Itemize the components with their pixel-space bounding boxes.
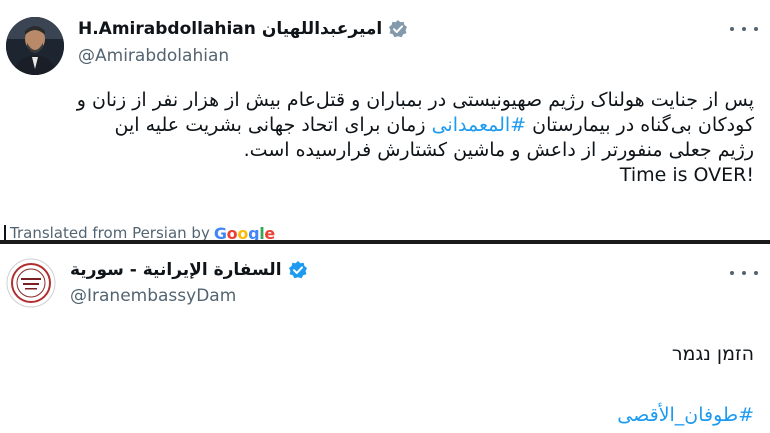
tweet-text-line-2b: زمان برای اتحاد جهانی بشریت علیه این: [114, 114, 426, 136]
more-options-icon[interactable]: [730, 22, 758, 36]
more-options-icon[interactable]: [730, 266, 758, 280]
tweet-text-english-line: Time is OVER!: [14, 163, 754, 188]
profile-photo-icon: [6, 17, 64, 75]
verified-gray-badge-icon: [388, 19, 408, 39]
verified-blue-badge-icon: [288, 260, 308, 280]
english-line: Time is OVER!: [619, 164, 754, 186]
avatar[interactable]: [6, 17, 64, 75]
tweet-text-line-2: کودکان بی‌گناه در بیمارستان #المعمدانی ز…: [14, 113, 754, 138]
embassy-seal-icon: [6, 258, 56, 308]
tweet-card-iranembassy[interactable]: السفارة الإيرانية - سورية @IranembassyDa…: [0, 244, 770, 433]
display-name[interactable]: السفارة الإيرانية - سورية: [70, 260, 282, 280]
tweet-text-line-1: پس از جنایت هولناک رژیم صهیونیستی در بمب…: [76, 89, 754, 111]
hashtag-link[interactable]: #طوفان_الأقصى: [617, 404, 754, 426]
hashtag-link[interactable]: #المعمدانی: [432, 114, 527, 136]
tweet-text: הזמן נגמר: [671, 343, 754, 365]
author-name-row[interactable]: H.Amirabdollahian امیرعبداللهیان: [78, 17, 408, 41]
tweet-card-amirabdollahian[interactable]: H.Amirabdollahian امیرعبداللهیان @Amirab…: [0, 0, 770, 243]
avatar[interactable]: [6, 258, 56, 308]
tweet-text: پس از جنایت هولناک رژیم صهیونیستی در بمب…: [14, 88, 754, 188]
text-cursor: [4, 225, 6, 241]
tweet-text-line-2a: کودکان بی‌گناه در بیمارستان: [526, 114, 754, 136]
tweet-text-line-3: رژیم جعلی منفورتر از داعش و ماشین کشتارش…: [243, 139, 754, 161]
display-name[interactable]: H.Amirabdollahian امیرعبداللهیان: [78, 19, 382, 39]
handle[interactable]: @IranembassyDam: [70, 286, 236, 306]
handle[interactable]: @Amirabdolahian: [78, 46, 229, 66]
author-name-row[interactable]: السفارة الإيرانية - سورية: [70, 258, 308, 282]
